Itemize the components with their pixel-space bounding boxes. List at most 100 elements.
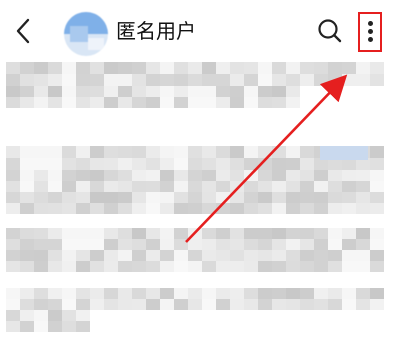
blurred-text-block	[300, 228, 314, 239]
blurred-text-block	[216, 86, 230, 97]
blurred-text-block	[90, 288, 104, 299]
blurred-text-block	[6, 86, 20, 97]
blurred-text-block	[314, 239, 328, 250]
blurred-text-block	[90, 250, 104, 261]
blurred-text-block	[146, 97, 160, 108]
blurred-text-block	[188, 181, 202, 192]
blurred-text-block	[48, 181, 62, 192]
blurred-text-block	[216, 158, 230, 170]
blurred-text-block	[216, 170, 230, 181]
blurred-text-block	[216, 62, 230, 74]
blurred-text-block	[188, 158, 202, 170]
blurred-text-block	[188, 86, 202, 97]
blurred-text-block	[272, 97, 286, 108]
blurred-text-block	[76, 228, 90, 239]
blurred-text-block	[90, 192, 104, 203]
blurred-text-block	[104, 288, 118, 299]
blurred-text-block	[216, 146, 230, 158]
blurred-text-block	[118, 239, 132, 250]
search-button[interactable]	[316, 17, 344, 45]
blurred-text-block	[300, 181, 314, 192]
blurred-text-block	[216, 97, 230, 108]
blurred-text-block	[20, 62, 34, 74]
blurred-text-block	[244, 261, 258, 272]
blurred-text-block	[132, 181, 146, 192]
blurred-text-block	[174, 288, 188, 299]
blurred-text-block	[146, 299, 160, 310]
blurred-text-block	[370, 158, 384, 170]
blurred-text-block	[48, 158, 62, 170]
blurred-text-block	[76, 192, 90, 203]
blurred-text-block	[342, 181, 356, 192]
blurred-text-block	[244, 228, 258, 239]
blurred-text-block	[34, 192, 48, 203]
blurred-text-block	[230, 170, 244, 181]
blurred-text-block	[132, 239, 146, 250]
blurred-text-block	[62, 146, 76, 158]
blurred-text-block	[118, 86, 132, 97]
blurred-text-block	[174, 299, 188, 310]
blurred-text-block	[342, 250, 356, 261]
blurred-text-block	[48, 203, 62, 214]
blurred-text-block	[328, 74, 342, 86]
blurred-text-block	[34, 321, 48, 332]
blurred-text-block	[90, 239, 104, 250]
blurred-text-block	[356, 299, 370, 310]
blurred-text-block	[62, 299, 76, 310]
blurred-text-block	[6, 250, 20, 261]
blurred-text-block	[314, 288, 328, 299]
blurred-text-block	[90, 203, 104, 214]
blurred-text-block	[90, 146, 104, 158]
blurred-text-block	[20, 203, 34, 214]
blurred-text-block	[34, 299, 48, 310]
blurred-text-block	[258, 158, 272, 170]
blurred-text-block	[62, 170, 76, 181]
blurred-text-block	[146, 146, 160, 158]
blurred-text-block	[104, 181, 118, 192]
blurred-text-block	[286, 261, 300, 272]
blurred-text-block	[216, 74, 230, 86]
blurred-text-block	[160, 288, 174, 299]
blurred-text-block	[272, 288, 286, 299]
blurred-text-block	[160, 239, 174, 250]
blurred-text-block	[48, 74, 62, 86]
blurred-text-block	[244, 158, 258, 170]
blurred-text-block	[258, 203, 272, 214]
blurred-text-block	[244, 74, 258, 86]
blurred-text-block	[356, 181, 370, 192]
blurred-text-block	[230, 203, 244, 214]
blurred-text-block	[202, 261, 216, 272]
blurred-text-block	[370, 62, 384, 74]
blurred-text-block	[370, 239, 384, 250]
blurred-text-block	[202, 97, 216, 108]
blurred-text-block	[272, 228, 286, 239]
blurred-text-block	[174, 181, 188, 192]
avatar[interactable]	[64, 12, 108, 56]
blurred-text-block	[188, 146, 202, 158]
blurred-text-block	[230, 181, 244, 192]
blurred-text-block	[286, 158, 300, 170]
blurred-text-block	[20, 170, 34, 181]
username-title[interactable]: 匿名用户	[116, 18, 196, 44]
blurred-text-block	[104, 170, 118, 181]
blurred-text-block	[300, 261, 314, 272]
blurred-text-block	[202, 62, 216, 74]
back-button[interactable]	[10, 14, 38, 48]
blurred-text-block	[34, 181, 48, 192]
blurred-text-block	[6, 158, 20, 170]
blurred-text-block	[76, 299, 90, 310]
blurred-text-block	[146, 158, 160, 170]
blurred-text-block	[90, 158, 104, 170]
blurred-text-block	[20, 181, 34, 192]
blurred-text-block	[132, 203, 146, 214]
more-options-button[interactable]	[358, 12, 382, 52]
blurred-text-block	[90, 170, 104, 181]
blurred-text-block	[104, 261, 118, 272]
blurred-text-block	[342, 170, 356, 181]
blurred-text-block	[62, 181, 76, 192]
blurred-text-block	[188, 170, 202, 181]
blurred-text-block	[174, 97, 188, 108]
blurred-text-block	[244, 181, 258, 192]
blurred-text-block	[6, 192, 20, 203]
blurred-text-block	[34, 310, 48, 321]
